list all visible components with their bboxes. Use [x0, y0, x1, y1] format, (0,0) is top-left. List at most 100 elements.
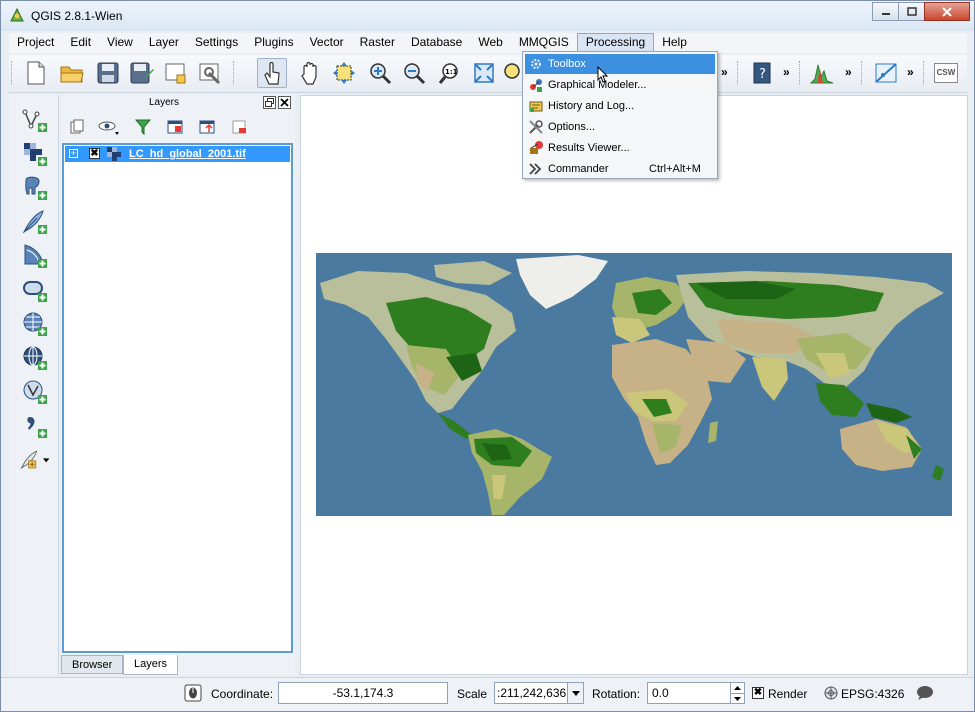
menu-item-options[interactable]: Options...	[525, 117, 715, 137]
messages-button[interactable]	[915, 683, 935, 703]
add-oracle-layer-button[interactable]	[19, 275, 51, 305]
georeference-button[interactable]	[871, 58, 901, 88]
close-button[interactable]	[924, 2, 970, 21]
toolbar-overflow-more[interactable]: »	[845, 65, 852, 79]
map-canvas[interactable]	[300, 95, 968, 675]
menu-vector[interactable]: Vector	[302, 33, 352, 53]
pan-map-button[interactable]	[295, 58, 325, 88]
menu-item-commander[interactable]: Commander Ctrl+Alt+M	[525, 159, 715, 179]
layers-tree[interactable]: + ✖ LC_hd_global_2001.tif	[62, 143, 293, 653]
open-project-button[interactable]	[57, 58, 87, 88]
coordinate-field[interactable]: -53.1,174.3	[278, 682, 448, 704]
pan-to-selection-button[interactable]	[329, 58, 359, 88]
coordinate-toggle-button[interactable]	[183, 683, 203, 703]
menu-raster[interactable]: Raster	[352, 33, 403, 53]
menu-mmqgis[interactable]: MMQGIS	[511, 33, 577, 53]
add-postgis-layer-button[interactable]	[19, 173, 51, 203]
results-icon	[528, 140, 544, 156]
close-icon	[942, 6, 952, 17]
layers-panel-title: Layers	[149, 97, 180, 108]
new-print-composer-button[interactable]	[161, 58, 191, 88]
add-vector-layer-button[interactable]	[19, 105, 51, 135]
toolbar-overflow-more[interactable]: »	[783, 65, 790, 79]
float-window-icon	[265, 98, 274, 107]
histogram-button[interactable]	[807, 58, 837, 88]
menu-item-label: Commander	[548, 163, 609, 175]
menu-project[interactable]: Project	[9, 33, 62, 53]
add-spatialite-layer-button[interactable]	[19, 207, 51, 237]
panel-float-button[interactable]	[263, 96, 276, 109]
new-project-button[interactable]	[21, 58, 51, 88]
rotation-spin-up[interactable]	[730, 683, 744, 693]
gear-icon	[528, 56, 544, 72]
help-book-icon: ?	[753, 62, 771, 84]
minimize-button[interactable]	[872, 2, 899, 21]
new-shapefile-layer-button[interactable]	[19, 445, 51, 475]
maximize-icon	[906, 7, 917, 16]
add-wfs-layer-button[interactable]	[19, 377, 51, 407]
rotation-spin-down[interactable]	[730, 693, 744, 703]
csw-button[interactable]: CSW	[931, 58, 961, 88]
save-project-button[interactable]	[93, 58, 123, 88]
menu-edit[interactable]: Edit	[62, 33, 99, 53]
remove-layer-button[interactable]	[227, 115, 251, 139]
add-delimited-text-layer-button[interactable]	[19, 411, 51, 441]
group-selected-button[interactable]	[195, 115, 219, 139]
title-bar[interactable]: QGIS 2.8.1-Wien	[1, 1, 974, 31]
zoom-in-button[interactable]	[365, 58, 395, 88]
composer-manager-button[interactable]	[195, 58, 225, 88]
add-raster-layer-button[interactable]	[19, 139, 51, 169]
menu-settings[interactable]: Settings	[187, 33, 246, 53]
tab-browser[interactable]: Browser	[61, 655, 124, 674]
scale-combobox[interactable]: :211,242,636	[494, 682, 584, 704]
toolbar-handle[interactable]	[11, 61, 13, 85]
menu-item-toolbox[interactable]: Toolbox	[525, 54, 715, 83]
add-wcs-layer-button[interactable]	[19, 343, 51, 373]
expand-all-button[interactable]	[65, 115, 89, 139]
wms-globe-icon	[23, 312, 47, 336]
menu-item-history-log[interactable]: History and Log...	[525, 96, 715, 116]
render-checkbox[interactable]: ✖	[752, 687, 764, 699]
toolbar-overflow-more[interactable]: »	[721, 65, 728, 79]
maximize-button[interactable]	[898, 2, 925, 21]
filter-legend-button[interactable]	[131, 115, 155, 139]
panel-close-button[interactable]	[278, 96, 291, 109]
menu-item-results-viewer[interactable]: Results Viewer...	[525, 138, 715, 158]
menu-web[interactable]: Web	[470, 33, 510, 53]
add-group-button[interactable]	[163, 115, 187, 139]
layer-row[interactable]: + ✖ LC_hd_global_2001.tif	[65, 146, 290, 162]
menu-item-graphical-modeler[interactable]: Graphical Modeler...	[525, 75, 715, 95]
crs-button[interactable]	[821, 683, 841, 703]
tab-layers[interactable]: Layers	[123, 655, 179, 675]
menu-database[interactable]: Database	[403, 33, 470, 53]
expand-layer-toggle[interactable]: +	[69, 149, 78, 158]
layers-panel-header: Layers	[61, 95, 295, 111]
crs-globe-icon	[824, 686, 838, 700]
layer-name[interactable]: LC_hd_global_2001.tif	[129, 148, 246, 160]
menu-layer[interactable]: Layer	[141, 33, 187, 53]
rotation-label: Rotation:	[592, 687, 641, 701]
menu-help[interactable]: Help	[654, 33, 695, 53]
scale-label: Scale	[457, 687, 488, 701]
crs-label[interactable]: EPSG:4326	[841, 687, 904, 701]
add-mssql-layer-button[interactable]	[19, 241, 51, 271]
help-button[interactable]: ?	[747, 58, 777, 88]
layer-visibility-checkbox[interactable]: ✖	[89, 148, 100, 159]
render-label: Render	[768, 687, 808, 701]
menu-view[interactable]: View	[99, 33, 141, 53]
zoom-native-button[interactable]: 1:1	[435, 58, 465, 88]
menu-processing[interactable]: Processing	[576, 33, 655, 53]
rotation-spinbox[interactable]: 0.0	[647, 682, 745, 704]
scale-dropdown-arrow[interactable]	[567, 683, 583, 703]
zoom-full-button[interactable]	[469, 58, 499, 88]
comma-icon	[27, 417, 47, 438]
touch-zoom-pan-button[interactable]	[257, 58, 287, 88]
manage-visibility-button[interactable]	[97, 115, 121, 139]
qgis-logo-icon	[10, 7, 24, 22]
toolbar-separator	[233, 61, 235, 85]
save-as-button[interactable]	[127, 58, 157, 88]
menu-plugins[interactable]: Plugins	[246, 33, 301, 53]
toolbar-overflow-more[interactable]: »	[907, 65, 914, 79]
zoom-out-button[interactable]	[399, 58, 429, 88]
add-wms-layer-button[interactable]	[19, 309, 51, 339]
